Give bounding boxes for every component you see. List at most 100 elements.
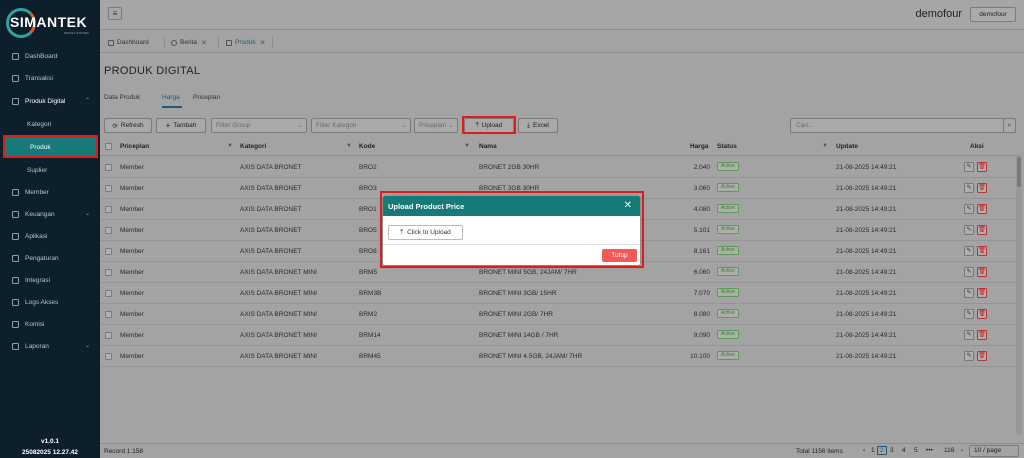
edit-icon[interactable]: ✎ [964,225,974,235]
harga-cell: 8.161 [693,248,710,255]
sidebar-item-aplikasi[interactable]: Aplikasi [0,226,100,246]
filter-kategori-select[interactable]: Filter Kategori ⌄ [311,118,411,133]
search-icon[interactable]: ⌕ [1003,118,1016,133]
row-checkbox[interactable] [105,185,112,192]
next-page-icon[interactable]: › [961,447,963,454]
edit-icon[interactable]: ✎ [964,162,974,172]
harga-cell: 2.040 [693,164,710,171]
edit-icon[interactable]: ✎ [964,288,974,298]
sidebar-item-keuangan[interactable]: Keuangan ⌄ [0,204,100,224]
kode-cell: BRO2 [359,164,377,171]
edit-icon[interactable]: ✎ [964,351,974,361]
tab-produk[interactable]: Produk ✕ [226,35,265,50]
delete-icon[interactable]: 🗑 [977,267,987,277]
table-row: Member AXIS DATA BRONET MINI BRM14 BRONET M… [100,325,1016,346]
user-menu-button[interactable]: demofour [970,7,1016,22]
delete-icon[interactable]: 🗑 [977,330,987,340]
delete-icon[interactable]: 🗑 [977,204,987,214]
table-row: Member AXIS DATA BRONET MINI BRM3B BRONET M… [100,283,1016,304]
sidebar-item-transaksi[interactable]: Transaksi [0,68,100,88]
edit-icon[interactable]: ✎ [964,330,974,340]
delete-icon[interactable]: 🗑 [977,183,987,193]
delete-icon[interactable]: 🗑 [977,309,987,319]
table-footer: Record 1.158 Total 1156 items ‹ 1 2 3 4 … [100,443,1024,458]
sidebar-item-integrasi[interactable]: Integrasi [0,270,100,290]
add-button[interactable]: + Tambah [156,118,206,133]
update-cell: 21-08-2025 14:49:21 [836,269,897,276]
sidebar-item-member[interactable]: Member [0,182,100,202]
row-checkbox[interactable] [105,227,112,234]
row-checkbox[interactable] [105,206,112,213]
close-icon[interactable]: ✕ [260,39,266,47]
page-link[interactable]: 3 [890,447,894,454]
page-ellipsis[interactable]: ••• [926,447,933,454]
page-link[interactable]: 1 [871,447,875,454]
tab-dashboard[interactable]: Dashboard [108,35,149,50]
delete-icon[interactable]: 🗑 [977,351,987,361]
subtab-harga[interactable]: Harga [162,94,180,101]
tab-divider [272,37,273,48]
table-scrollbar[interactable] [1016,155,1022,435]
sidebar-item-produk-digital[interactable]: Produk Digital ⌃ [0,91,100,111]
sidebar-item-pengaturan[interactable]: Pengaturan [0,248,100,268]
select-all-checkbox[interactable] [105,143,112,150]
delete-icon[interactable]: 🗑 [977,162,987,172]
menu-toggle-button[interactable]: ≡ [108,7,122,20]
update-cell: 21-08-2025 14:49:21 [836,290,897,297]
edit-icon[interactable]: ✎ [964,204,974,214]
priceplan-cell: Member [120,332,144,339]
sidebar-item-kategori[interactable]: Kategori [0,114,100,134]
row-checkbox[interactable] [105,269,112,276]
row-checkbox[interactable] [105,164,112,171]
scrollbar-thumb[interactable] [1017,157,1021,187]
table-header: Priceplan ▼ Kategori ▼ Kode ▼ Nama Harga… [100,138,1016,156]
filter-icon[interactable]: ▼ [822,143,828,149]
update-cell: 21-08-2025 14:49:21 [836,164,897,171]
search-input[interactable]: Cari... [790,118,1004,133]
refresh-button[interactable]: ⟳ Refresh [104,118,152,133]
edit-icon[interactable]: ✎ [964,183,974,193]
subtab-priceplan[interactable]: Priceplan [193,94,220,101]
tab-berita[interactable]: Berita ✕ [171,35,207,50]
sidebar-item-komisi[interactable]: Komisi [0,314,100,334]
row-checkbox[interactable] [105,248,112,255]
page-title: PRODUK DIGITAL [104,65,201,77]
prev-page-icon[interactable]: ‹ [863,447,865,454]
edit-icon[interactable]: ✎ [964,246,974,256]
sidebar-item-logs-akses[interactable]: Logs Akses [0,292,100,312]
row-checkbox[interactable] [105,353,112,360]
delete-icon[interactable]: 🗑 [977,225,987,235]
kategori-cell: AXIS DATA BRONET MINI [240,332,317,339]
sidebar-item-dashboard[interactable]: DashBoard [0,46,100,66]
delete-icon[interactable]: 🗑 [977,288,987,298]
edit-icon[interactable]: ✎ [964,309,974,319]
nama-cell: BRONET MINI 3GB/ 15HR [479,290,557,297]
page-link-current[interactable]: 2 [877,446,887,455]
close-icon[interactable]: ✕ [201,39,207,47]
page-link[interactable]: 5 [914,447,918,454]
filter-group-select[interactable]: Filter Group ⌄ [211,118,307,133]
filter-icon[interactable]: ▼ [346,143,352,149]
delete-icon[interactable]: 🗑 [977,246,987,256]
edit-icon[interactable]: ✎ [964,267,974,277]
subtab-data-produk[interactable]: Data Produk [104,94,140,101]
row-checkbox[interactable] [105,311,112,318]
column-header: Nama [479,143,497,150]
row-checkbox[interactable] [105,290,112,297]
page-size-select[interactable]: 10 / page [969,445,1019,457]
page-link[interactable]: 116 [944,447,954,454]
member-icon [12,188,19,196]
status-badge: Active [717,330,739,339]
filter-icon[interactable]: ▼ [227,143,233,149]
kategori-cell: AXIS DATA BRONET [240,248,302,255]
page-tabs: Dashboard Berita ✕ Produk ✕ [100,31,1024,53]
status-badge: Active [717,351,739,360]
sidebar-item-suplier[interactable]: Suplier [0,160,100,180]
sidebar-item-laporan[interactable]: Laporan ⌄ [0,336,100,356]
filter-icon[interactable]: ▼ [464,143,470,149]
excel-button[interactable]: ⤓ Excel [518,118,558,133]
priceplan-select[interactable]: Priceplan ⌄ [414,118,458,133]
row-checkbox[interactable] [105,332,112,339]
page-link[interactable]: 4 [902,447,906,454]
nama-cell: BRONET MINI 5GB, 24JAM/ 7HR [479,269,577,276]
